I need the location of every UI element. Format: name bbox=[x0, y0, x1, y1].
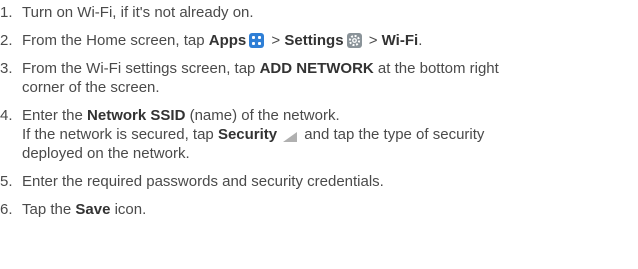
step-5-text: Enter the required passwords and securit… bbox=[22, 173, 384, 190]
step-text: Tap the Save icon. bbox=[22, 200, 638, 219]
apps-icon bbox=[249, 33, 265, 48]
step-text: Enter the Network SSID (name) of the net… bbox=[22, 106, 638, 163]
step-number: 2. bbox=[0, 32, 13, 49]
step-text: Turn on Wi-Fi, if it's not already on. bbox=[22, 3, 638, 22]
step-6: 6. Tap the Save icon. bbox=[0, 200, 638, 219]
step-2: 2. From the Home screen, tap Apps > Sett… bbox=[0, 31, 638, 50]
step-4-text-part: and tap the type of security bbox=[300, 126, 485, 143]
step-number: 3. bbox=[0, 60, 13, 77]
network-ssid-label: Network SSID bbox=[87, 107, 186, 124]
wifi-label: Wi-Fi bbox=[381, 32, 419, 49]
step-4-text-part: Enter the bbox=[22, 107, 88, 124]
step-text: Enter the required passwords and securit… bbox=[22, 172, 638, 191]
step-6-text-part: icon. bbox=[110, 201, 147, 218]
dropdown-triangle-icon bbox=[283, 128, 298, 142]
settings-icon bbox=[346, 33, 362, 48]
step-4-line-2: If the network is secured, tap Security … bbox=[22, 125, 634, 144]
step-6-text-part: Tap the bbox=[22, 201, 76, 218]
step-4-text-part: (name) of the network. bbox=[185, 107, 340, 124]
settings-label: Settings bbox=[284, 32, 344, 49]
step-number: 1. bbox=[0, 4, 13, 21]
save-label: Save bbox=[75, 201, 111, 218]
step-3-text-part: at the bottom right bbox=[373, 60, 499, 77]
step-3-line-2: corner of the screen. bbox=[22, 79, 160, 96]
step-3-line-1: From the Wi-Fi settings screen, tap ADD … bbox=[22, 59, 634, 78]
apps-label: Apps bbox=[208, 32, 247, 49]
step-3-text-part: From the Wi-Fi settings screen, tap bbox=[22, 60, 260, 77]
step-3: 3. From the Wi-Fi settings screen, tap A… bbox=[0, 59, 638, 97]
step-4-text-part: If the network is secured, tap bbox=[22, 126, 218, 143]
separator: > bbox=[364, 32, 382, 49]
step-number: 5. bbox=[0, 173, 13, 190]
security-label: Security bbox=[217, 126, 278, 143]
step-4-line-3: deployed on the network. bbox=[22, 145, 190, 162]
step-4-line-1: Enter the Network SSID (name) of the net… bbox=[22, 106, 634, 125]
step-text: From the Home screen, tap Apps > Setting… bbox=[22, 31, 638, 50]
separator: > bbox=[267, 32, 285, 49]
step-1-text: Turn on Wi-Fi, if it's not already on. bbox=[22, 4, 254, 21]
period: . bbox=[418, 32, 423, 49]
step-5: 5. Enter the required passwords and secu… bbox=[0, 172, 638, 191]
add-network-label: ADD NETWORK bbox=[259, 60, 374, 77]
step-number: 6. bbox=[0, 201, 13, 218]
step-2-text-part: From the Home screen, tap bbox=[22, 32, 209, 49]
step-number: 4. bbox=[0, 107, 13, 124]
step-text: From the Wi-Fi settings screen, tap ADD … bbox=[22, 59, 638, 97]
step-4: 4. Enter the Network SSID (name) of the … bbox=[0, 106, 638, 163]
instruction-list: 1. Turn on Wi-Fi, if it's not already on… bbox=[0, 3, 638, 228]
step-1: 1. Turn on Wi-Fi, if it's not already on… bbox=[0, 3, 638, 22]
